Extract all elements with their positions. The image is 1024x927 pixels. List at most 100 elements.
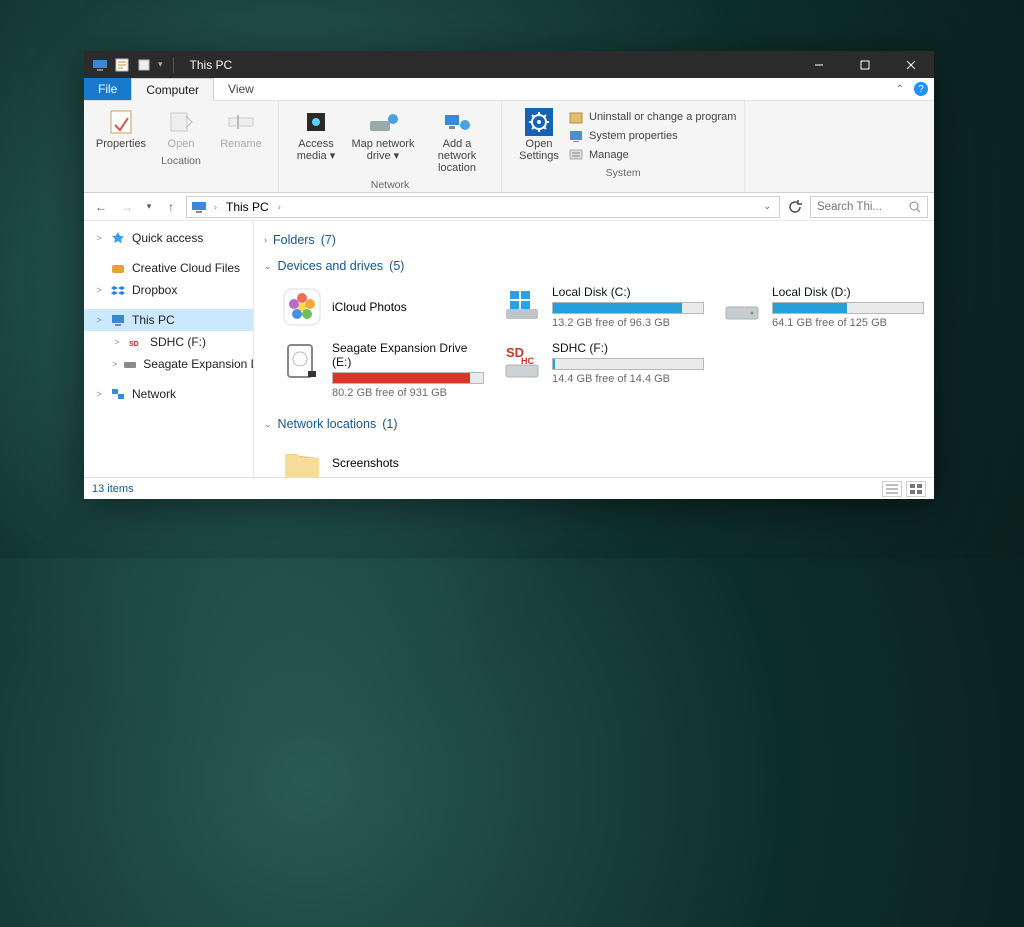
collapse-ribbon-icon[interactable]: ⌃ <box>896 84 904 95</box>
device-icloud-photos[interactable]: iCloud Photos <box>278 281 488 333</box>
content-pane[interactable]: › Folders (7) ⌄ Devices and drives (5) i… <box>254 221 934 477</box>
pc-icon <box>191 199 207 215</box>
status-bar: 13 items <box>84 477 934 499</box>
explorer-window: ▾ This PC File Computer View ⌃ ? Propert… <box>84 51 934 499</box>
ribbon-tabs: File Computer View ⌃ ? <box>84 78 934 101</box>
titlebar[interactable]: ▾ This PC <box>84 51 934 78</box>
drive-local-disk-c-[interactable]: Local Disk (C:)13.2 GB free of 96.3 GB <box>498 281 708 333</box>
navigation-pane[interactable]: > Quick access Creative Cloud Files > Dropbo… <box>84 221 254 477</box>
sidebar-item-label: Network <box>132 387 176 401</box>
expand-icon[interactable]: > <box>94 315 104 325</box>
chevron-right-icon[interactable]: › <box>275 202 284 212</box>
qat-dropdown-icon[interactable]: ▾ <box>158 59 163 70</box>
history-dropdown[interactable]: ▾ <box>142 196 156 218</box>
chevron-down-icon: ⌄ <box>264 261 272 272</box>
sidebar-item-creative-cloud-files[interactable]: Creative Cloud Files <box>84 257 253 279</box>
close-button[interactable] <box>888 51 934 78</box>
pc-icon <box>110 312 126 328</box>
drive-free-text: 14.4 GB free of 14.4 GB <box>552 373 704 385</box>
ribbon-group-label: Network <box>371 177 410 191</box>
sidebar-item-label: SDHC (F:) <box>150 335 206 349</box>
newfolder-qat-icon[interactable] <box>136 57 152 73</box>
search-input[interactable]: Search Thi... <box>810 196 928 218</box>
tab-file[interactable]: File <box>84 78 131 100</box>
up-button[interactable]: ↑ <box>160 196 182 218</box>
tab-computer[interactable]: Computer <box>131 78 214 101</box>
netloc-screenshots[interactable]: Screenshots <box>278 439 488 477</box>
expand-icon[interactable]: > <box>94 233 104 243</box>
expand-icon[interactable]: > <box>112 337 122 347</box>
expand-icon[interactable]: > <box>112 359 117 369</box>
properties-qat-icon[interactable] <box>114 57 130 73</box>
rename-button[interactable]: Rename <box>212 105 270 153</box>
sidebar-item-dropbox[interactable]: > Dropbox <box>84 279 253 301</box>
sidebar-item-network[interactable]: > Network <box>84 383 253 405</box>
properties-button[interactable]: Properties <box>92 105 150 153</box>
hdd-icon <box>123 356 137 372</box>
drive-free-text: 80.2 GB free of 931 GB <box>332 387 484 399</box>
sidebar-item-quick-access[interactable]: > Quick access <box>84 227 253 249</box>
group-network-locations[interactable]: ⌄ Network locations (1) <box>260 411 934 437</box>
monitor-qat-icon[interactable] <box>92 57 108 73</box>
ribbon-group-network: Access media ▾ Map network drive ▾ Add a… <box>279 101 502 192</box>
sidebar-item-label: This PC <box>132 313 175 327</box>
drive-seagate-expansion-drive-e-[interactable]: Seagate Expansion Drive (E:)80.2 GB free… <box>278 337 488 403</box>
svg-text:SD: SD <box>129 341 139 348</box>
drive-label: SDHC (F:) <box>552 341 704 355</box>
dropbox-icon <box>110 282 126 298</box>
maximize-button[interactable] <box>842 51 888 78</box>
help-icon[interactable]: ? <box>914 82 928 96</box>
sidebar-item-this-pc[interactable]: > This PC <box>84 309 253 331</box>
uninstall-program-button[interactable]: Uninstall or change a program <box>568 109 736 125</box>
properties-icon <box>105 108 137 136</box>
drive-label: Local Disk (C:) <box>552 285 704 299</box>
chevron-right-icon[interactable]: › <box>211 202 220 212</box>
access-media-button[interactable]: Access media ▾ <box>287 105 345 177</box>
sidebar-item-label: Seagate Expansion Drive (E:) <box>143 357 254 371</box>
drive-local-disk-d-[interactable]: Local Disk (D:)64.1 GB free of 125 GB <box>718 281 928 333</box>
item-count: 13 items <box>92 483 134 495</box>
settings-icon <box>523 108 555 136</box>
sidebar-item-seagate-expansion-drive-e-[interactable]: > Seagate Expansion Drive (E:) <box>84 353 253 375</box>
details-view-button[interactable] <box>882 481 902 497</box>
item-label: Screenshots <box>332 456 399 470</box>
group-devices[interactable]: ⌄ Devices and drives (5) <box>260 253 934 279</box>
usage-bar <box>552 358 704 370</box>
forward-button[interactable]: → <box>116 196 138 218</box>
crumb-this-pc[interactable]: This PC <box>224 200 271 214</box>
map-network-drive-button[interactable]: Map network drive ▾ <box>347 105 419 177</box>
sidebar-item-label: Quick access <box>132 231 203 245</box>
open-button[interactable]: Open <box>152 105 210 153</box>
star-icon <box>110 230 126 246</box>
expand-icon[interactable]: > <box>94 389 104 399</box>
tab-view[interactable]: View <box>214 78 268 100</box>
address-dropdown-icon[interactable]: ⌄ <box>759 201 775 212</box>
usage-bar <box>772 302 924 314</box>
large-icons-view-button[interactable] <box>906 481 926 497</box>
drive-sdhc-f-[interactable]: SDHCSDHC (F:)14.4 GB free of 14.4 GB <box>498 337 708 403</box>
chevron-down-icon: ⌄ <box>264 419 272 430</box>
svg-text:HC: HC <box>521 356 534 366</box>
chevron-right-icon: › <box>264 235 267 245</box>
expand-icon[interactable]: > <box>94 285 104 295</box>
sysprops-icon <box>568 128 584 144</box>
minimize-button[interactable] <box>796 51 842 78</box>
media-server-icon <box>300 108 332 136</box>
manage-button[interactable]: Manage <box>568 147 736 163</box>
folder-icon <box>282 443 322 477</box>
network-location-icon <box>441 108 473 136</box>
system-properties-button[interactable]: System properties <box>568 128 736 144</box>
open-settings-button[interactable]: Open Settings <box>510 105 568 165</box>
ribbon-group-label: System <box>606 165 641 179</box>
usage-bar <box>552 302 704 314</box>
group-folders[interactable]: › Folders (7) <box>260 227 934 253</box>
refresh-button[interactable] <box>784 196 806 218</box>
manage-icon <box>568 147 584 163</box>
photos-icon <box>282 287 322 327</box>
sidebar-item-sdhc-f-[interactable]: > SD SDHC (F:) <box>84 331 253 353</box>
ext-hdd-icon <box>282 341 322 381</box>
add-network-location-button[interactable]: Add a network location <box>421 105 493 177</box>
back-button[interactable]: ← <box>90 196 112 218</box>
sidebar-item-label: Dropbox <box>132 283 177 297</box>
address-bar[interactable]: › This PC › ⌄ <box>186 196 780 218</box>
